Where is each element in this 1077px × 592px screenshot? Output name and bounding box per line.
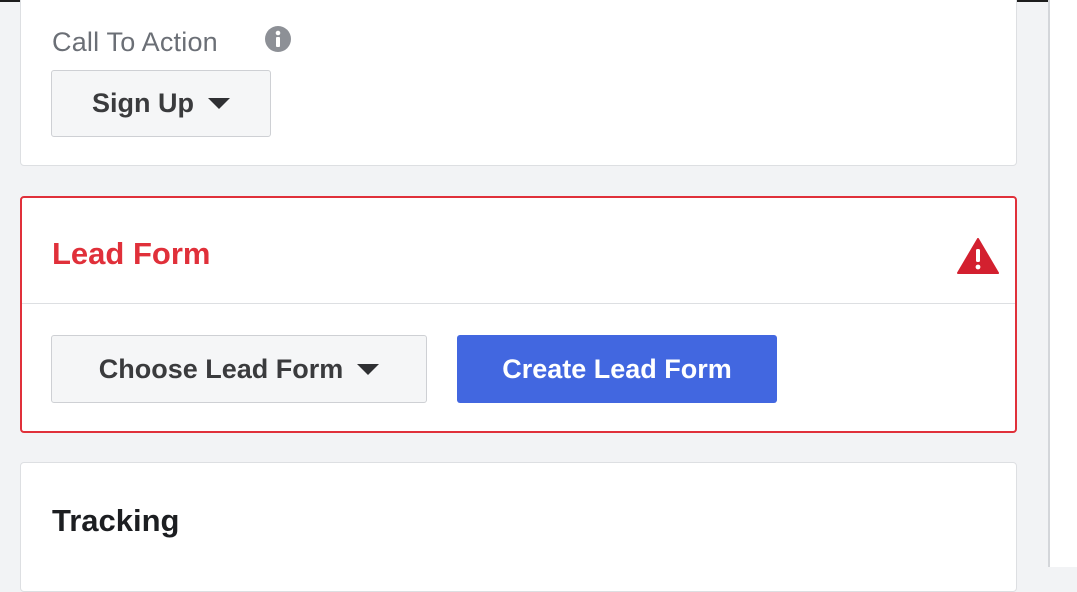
call-to-action-selected: Sign Up [92,88,194,118]
caret-down-icon [208,98,230,109]
choose-lead-form-dropdown[interactable]: Choose Lead Form [51,335,427,403]
caret-down-icon [357,363,380,375]
lead-form-title: Lead Form [52,236,211,271]
lead-form-card: Lead Form Choose Lead Form Create Lead F… [20,196,1017,433]
call-to-action-dropdown[interactable]: Sign Up [51,70,271,137]
right-panel-edge [1048,0,1077,567]
info-icon[interactable] [264,25,292,53]
call-to-action-label: Call To Action [52,27,218,57]
lead-form-divider [22,303,1015,304]
create-lead-form-button[interactable]: Create Lead Form [457,335,777,403]
call-to-action-card: Call To Action Sign Up [20,0,1017,166]
tracking-title: Tracking [52,503,180,538]
tracking-card: Tracking [20,462,1017,592]
warning-icon [957,238,999,274]
choose-lead-form-label: Choose Lead Form [98,353,344,384]
